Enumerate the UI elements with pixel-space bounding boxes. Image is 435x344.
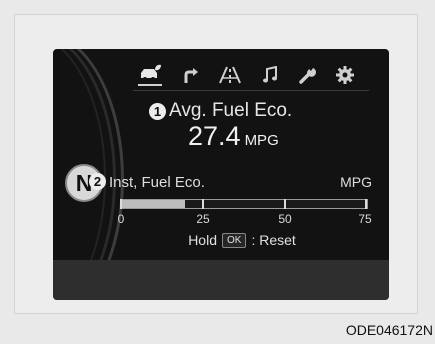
road-lane-icon[interactable]: [219, 66, 242, 84]
reset-hold-text: Hold: [188, 232, 217, 248]
inst-fuel-economy-label: Inst, Fuel Eco.: [109, 174, 205, 191]
mode-icon-bar: [138, 62, 354, 88]
figure-code: ODE046172N: [345, 322, 433, 338]
avg-fuel-economy-value: 27.4: [188, 121, 241, 151]
cluster-display: 1 Avg. Fuel Eco. 27.4 MPG N 2 Inst, Fuel …: [53, 49, 389, 300]
display-footer: [53, 260, 389, 300]
music-note-icon[interactable]: [261, 66, 279, 84]
turn-arrow-icon[interactable]: [182, 66, 200, 84]
inst-fuel-economy-unit: MPG: [340, 174, 372, 190]
reset-hint: Hold OK : Reset: [53, 232, 389, 248]
gear-icon[interactable]: [335, 66, 354, 84]
scale-label: 25: [196, 212, 210, 226]
eco-car-icon[interactable]: [138, 64, 162, 86]
avg-fuel-economy-title: 1 Avg. Fuel Eco.: [149, 100, 292, 122]
inst-fuel-economy-bar: [120, 199, 368, 209]
reset-action-text: : Reset: [251, 232, 296, 248]
bar-tick: [365, 199, 367, 209]
scale-label: 0: [117, 212, 125, 226]
inst-fuel-economy-fill: [121, 200, 185, 208]
bar-tick: [284, 199, 286, 209]
bar-tick: [120, 199, 122, 209]
scale-label: 50: [278, 212, 292, 226]
avg-fuel-economy-label: Avg. Fuel Eco.: [169, 100, 293, 121]
avg-fuel-economy-readout: 27.4 MPG: [188, 121, 279, 152]
ok-button[interactable]: OK: [221, 232, 247, 248]
bar-tick: [202, 199, 204, 209]
callout-badge: 2: [89, 173, 106, 190]
divider: [133, 90, 369, 91]
scale-label: 75: [358, 212, 372, 226]
callout-badge: 1: [149, 102, 166, 120]
wrench-icon[interactable]: [298, 66, 317, 84]
avg-fuel-economy-unit: MPG: [244, 132, 279, 149]
